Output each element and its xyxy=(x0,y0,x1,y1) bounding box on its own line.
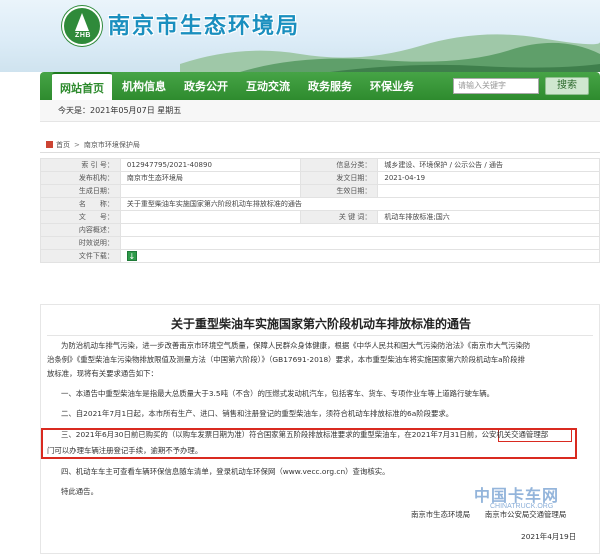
breadcrumb-separator: > xyxy=(74,141,80,149)
table-row: 名 称： 关于重型柴油车实施国家第六阶段机动车排放标准的通告 xyxy=(40,197,600,211)
nav-item-interaction[interactable]: 互动交流 xyxy=(246,78,290,94)
site-title: 南京市生态环境局 xyxy=(108,14,301,39)
index-label: 索 引 号： xyxy=(40,158,121,172)
table-row: 生成日期： 生效日期： xyxy=(40,184,600,198)
watermark-subtext: CHINATRUCK.ORG xyxy=(490,503,554,510)
tree-icon xyxy=(75,13,89,31)
nav-item-gov-affairs[interactable]: 政务公开 xyxy=(184,78,228,94)
nav-item-gov-services[interactable]: 政务服务 xyxy=(308,78,352,94)
divider xyxy=(47,335,593,336)
category-label: 信息分类： xyxy=(299,158,379,172)
nav-item-organization[interactable]: 机构信息 xyxy=(122,78,166,94)
site-logo[interactable]: ZHB xyxy=(62,6,102,46)
validity-value xyxy=(119,236,600,250)
download-icon[interactable]: ↓ xyxy=(126,251,137,261)
table-row: 索 引 号： 012947795/2021-40890 信息分类： 城乡建设、环… xyxy=(40,158,600,172)
summary-label: 内容概述： xyxy=(40,223,121,237)
home-icon xyxy=(46,141,53,148)
keywords-value: 机动车排放标准;国六 xyxy=(377,210,600,224)
summary-value xyxy=(119,223,600,237)
site-banner: ZHB 南京市生态环境局 xyxy=(0,0,600,72)
breadcrumb-home[interactable]: 首页 xyxy=(56,141,70,149)
issue-date-value: 2021-04-19 xyxy=(377,171,600,185)
download-cell: ↓ xyxy=(119,249,600,263)
paragraph-line: 特此通告。 xyxy=(61,487,98,496)
divider xyxy=(40,152,600,153)
breadcrumb-current[interactable]: 南京市环境保护局 xyxy=(84,141,140,149)
doc-number-value xyxy=(119,210,301,224)
created-date-label: 生成日期： xyxy=(40,184,121,198)
article-title: 关于重型柴油车实施国家第六阶段机动车排放标准的通告 xyxy=(170,317,471,331)
nav-item-home[interactable]: 网站首页 xyxy=(52,72,112,100)
paragraph-line: 放标准，现将有关要求通告如下： xyxy=(47,369,158,378)
effective-date-value xyxy=(377,184,600,198)
index-value: 012947795/2021-40890 xyxy=(119,158,301,172)
main-navigation: 网站首页 机构信息 政务公开 互动交流 政务服务 环保业务 请输入关键字 搜索 … xyxy=(40,72,600,126)
download-label: 文件下载： xyxy=(40,249,121,263)
search-button[interactable]: 搜索 xyxy=(545,77,589,95)
paragraph-line: 治条例》《重型柴油车污染物排放限值及测量方法（中国第六阶段）》（GB17691-… xyxy=(47,355,525,364)
validity-label: 时效说明： xyxy=(40,236,121,250)
paragraph-line: 三、2021年6月30日前已购买的（以购车发票日期为准）符合国家第五阶段排放标准… xyxy=(61,430,549,439)
table-row: 发布机构： 南京市生态环境局 发文日期： 2021-04-19 xyxy=(40,171,600,185)
created-date-value xyxy=(119,184,301,198)
search-input[interactable]: 请输入关键字 xyxy=(453,78,539,94)
doc-name-label: 名 称： xyxy=(40,197,121,211)
effective-date-label: 生效日期： xyxy=(299,184,379,198)
paragraph-line: 门可以办理车辆注册登记手续，逾期不予办理。 xyxy=(47,446,203,455)
doc-number-label: 文 号： xyxy=(40,210,121,224)
nav-bar: 网站首页 机构信息 政务公开 互动交流 政务服务 环保业务 请输入关键字 搜索 xyxy=(40,72,600,100)
breadcrumb: 首页 > 南京市环境保护局 xyxy=(46,140,140,150)
paragraph-line: 二、自2021年7月1日起，本市所有生产、进口、销售和注册登记的重型柴油车，须符… xyxy=(61,409,454,418)
table-row: 文件下载： ↓ xyxy=(40,249,600,263)
publisher-value: 南京市生态环境局 xyxy=(119,171,301,185)
article-body: 关于重型柴油车实施国家第六阶段机动车排放标准的通告 为防治机动车排气污染，进一步… xyxy=(40,304,600,554)
current-date: 今天是：2021年05月07日 星期五 xyxy=(58,106,182,115)
date-bar: 今天是：2021年05月07日 星期五 xyxy=(40,100,600,122)
nav-item-eco-business[interactable]: 环保业务 xyxy=(370,78,414,94)
paragraph-line: 一、本通告中重型柴油车是指最大总质量大于3.5吨（不含）的压燃式发动机汽车，包括… xyxy=(61,389,495,398)
table-row: 文 号： 关 键 词： 机动车排放标准;国六 xyxy=(40,210,600,224)
table-row: 内容概述： xyxy=(40,223,600,237)
category-value: 城乡建设、环境保护 / 公示公告 / 通告 xyxy=(377,158,600,172)
signature-date: 2021年4月19日 xyxy=(521,532,577,541)
keywords-label: 关 键 词： xyxy=(299,210,379,224)
doc-name-value: 关于重型柴油车实施国家第六阶段机动车排放标准的通告 xyxy=(119,197,600,211)
paragraph-line: 四、机动车车主可查看车辆环保信息随车清单，登录机动车环保网（www.vecc.o… xyxy=(61,467,390,476)
table-row: 时效说明： xyxy=(40,236,600,250)
issue-date-label: 发文日期： xyxy=(299,171,379,185)
logo-text: ZHB xyxy=(75,32,91,39)
paragraph-line: 为防治机动车排气污染，进一步改善南京市环境空气质量，保障人民群众身体健康，根据《… xyxy=(61,341,531,350)
signature: 南京市生态环境局 南京市公安局交通管理局 xyxy=(411,510,567,519)
publisher-label: 发布机构： xyxy=(40,171,121,185)
document-metadata-table: 索 引 号： 012947795/2021-40890 信息分类： 城乡建设、环… xyxy=(40,158,600,263)
